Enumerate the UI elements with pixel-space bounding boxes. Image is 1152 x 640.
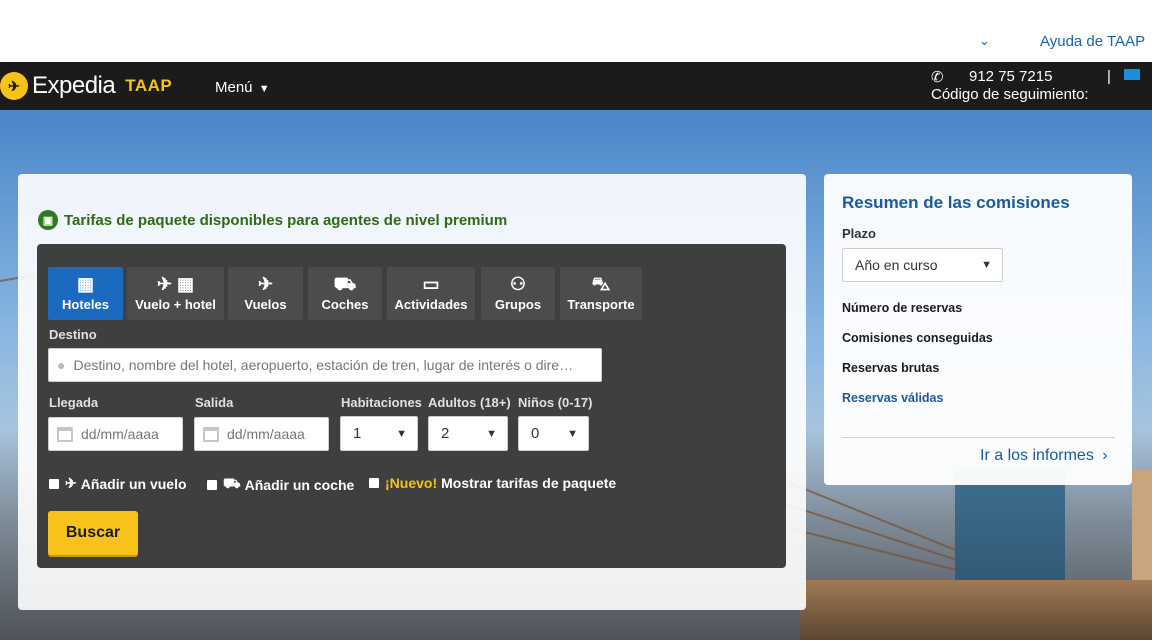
- tab-label: Vuelos: [244, 297, 287, 312]
- menu-label: Menú: [215, 79, 253, 96]
- chevron-down-icon[interactable]: ⌄: [979, 33, 995, 49]
- commission-panel: [824, 174, 1132, 485]
- adultos-label: Adultos (18+): [428, 395, 511, 410]
- bus-icon: ⛍: [591, 274, 611, 294]
- new-badge: ¡Nuevo!: [385, 475, 438, 491]
- phone-icon: ✆: [931, 69, 944, 86]
- show-packages-checkbox[interactable]: [369, 478, 379, 488]
- valid-bookings-link[interactable]: Reservas válidas: [842, 391, 943, 405]
- plane-logo-icon: ✈: [0, 72, 28, 100]
- add-flight-checkbox[interactable]: [49, 478, 59, 489]
- add-car-label: Añadir un coche: [244, 476, 355, 493]
- help-link[interactable]: Ayuda de TAAP: [1040, 33, 1145, 50]
- package-promo: ▣ Tarifas de paquete disponibles para ag…: [38, 210, 507, 230]
- tab-vuelos[interactable]: ✈ Vuelos: [228, 267, 303, 320]
- add-car-checkbox[interactable]: [207, 479, 217, 490]
- expedia-logo[interactable]: ✈ Expedia TAAP: [0, 70, 172, 102]
- main-header: ✈ Expedia TAAP Menú ▼ ✆ 912 75 7215 Códi…: [0, 62, 1152, 110]
- menu-button[interactable]: Menú ▼: [215, 79, 270, 96]
- plane-building-icon: ✈ ▦: [156, 274, 195, 294]
- chevron-down-icon: ▼: [258, 83, 270, 95]
- plane-icon: ✈: [257, 274, 274, 294]
- promo-text: Tarifas de paquete disponibles para agen…: [64, 211, 508, 229]
- tab-label: Coches: [321, 297, 369, 312]
- adultos-select[interactable]: 2 ▼: [428, 416, 508, 451]
- plane-icon: ✈: [65, 475, 77, 491]
- ninos-value: 0: [531, 425, 540, 442]
- panel-divider: [842, 437, 1115, 438]
- bookings-count-label: Número de reservas: [842, 301, 963, 315]
- tab-grupos[interactable]: ⚇ Grupos: [481, 267, 555, 320]
- calendar-icon: [57, 426, 73, 442]
- tab-label: Actividades: [394, 297, 468, 312]
- reports-link[interactable]: Ir a los informes ›: [980, 447, 1108, 465]
- show-packages-option[interactable]: ¡Nuevo! Mostrar tarifas de paquete: [369, 475, 616, 491]
- destino-label: Destino: [49, 327, 97, 342]
- plazo-label: Plazo: [842, 226, 876, 241]
- chevron-right-icon: ›: [1102, 447, 1108, 464]
- show-packages-label: Mostrar tarifas de paquete: [441, 475, 617, 491]
- car-icon: ⛟: [223, 475, 241, 491]
- utility-bar: ⌄ Ayuda de TAAP: [0, 0, 1152, 62]
- add-flight-label: Añadir un vuelo: [80, 475, 187, 492]
- tracking-code-label: Código de seguimiento:: [931, 86, 1089, 103]
- search-button[interactable]: Buscar: [48, 511, 138, 555]
- panel-title: Resumen de las comisiones: [842, 193, 1070, 212]
- building-icon: ▦: [76, 274, 94, 294]
- tab-actividades[interactable]: ▭ Actividades: [387, 267, 475, 320]
- habitaciones-label: Habitaciones: [341, 395, 422, 410]
- bridge-deck-image: [800, 580, 1152, 640]
- logo-text: Expedia: [32, 72, 116, 99]
- tab-label: Transporte: [567, 297, 635, 312]
- location-pin-icon: ●: [57, 357, 66, 373]
- chevron-down-icon: ▼: [396, 427, 407, 440]
- llegada-label: Llegada: [49, 395, 99, 410]
- llegada-placeholder: dd/mm/aaaa: [81, 426, 159, 442]
- tab-label: Hoteles: [62, 297, 109, 312]
- tab-hoteles[interactable]: ▦ Hoteles: [48, 267, 123, 320]
- commissions-earned-label: Comisiones conseguidas: [842, 331, 993, 345]
- destino-input[interactable]: ● Destino, nombre del hotel, aeropuerto,…: [48, 348, 602, 382]
- package-icon: ▣: [38, 210, 58, 230]
- ninos-select[interactable]: 0 ▼: [518, 416, 589, 451]
- ticket-icon: ▭: [422, 274, 440, 294]
- calendar-icon: [203, 426, 219, 442]
- plazo-value: Año en curso: [855, 257, 938, 273]
- gross-bookings-label: Reservas brutas: [842, 361, 940, 375]
- habitaciones-value: 1: [353, 425, 362, 442]
- llegada-date-input[interactable]: dd/mm/aaaa: [48, 417, 183, 451]
- mail-icon[interactable]: [1124, 69, 1140, 80]
- add-flight-option[interactable]: ✈ Añadir un vuelo: [49, 475, 187, 492]
- car-icon: ⛟: [333, 274, 357, 294]
- ninos-label: Niños (0-17): [518, 395, 593, 410]
- phone-number: 912 75 7215: [969, 68, 1053, 85]
- chevron-down-icon: ▼: [567, 427, 578, 440]
- salida-date-input[interactable]: dd/mm/aaaa: [194, 417, 329, 451]
- logo-taap: TAAP: [125, 76, 173, 95]
- tab-vuelo-hotel[interactable]: ✈ ▦ Vuelo + hotel: [127, 267, 224, 320]
- salida-label: Salida: [195, 395, 234, 410]
- habitaciones-select[interactable]: 1 ▼: [340, 416, 418, 451]
- tab-coches[interactable]: ⛟ Coches: [308, 267, 382, 320]
- salida-placeholder: dd/mm/aaaa: [227, 426, 305, 442]
- reports-link-label: Ir a los informes: [980, 447, 1094, 464]
- chevron-down-icon: ▼: [981, 259, 992, 271]
- tab-label: Grupos: [494, 297, 542, 312]
- group-icon: ⚇: [509, 274, 527, 294]
- tab-transporte[interactable]: ⛍ Transporte: [560, 267, 642, 320]
- chevron-down-icon: ▼: [486, 427, 497, 440]
- plazo-select[interactable]: Año en curso ▼: [842, 248, 1003, 282]
- add-car-option[interactable]: ⛟ Añadir un coche: [207, 475, 354, 494]
- adultos-value: 2: [441, 425, 450, 442]
- header-divider: |: [1107, 68, 1111, 85]
- tab-label: Vuelo + hotel: [135, 297, 216, 312]
- destino-placeholder: Destino, nombre del hotel, aeropuerto, e…: [73, 357, 574, 373]
